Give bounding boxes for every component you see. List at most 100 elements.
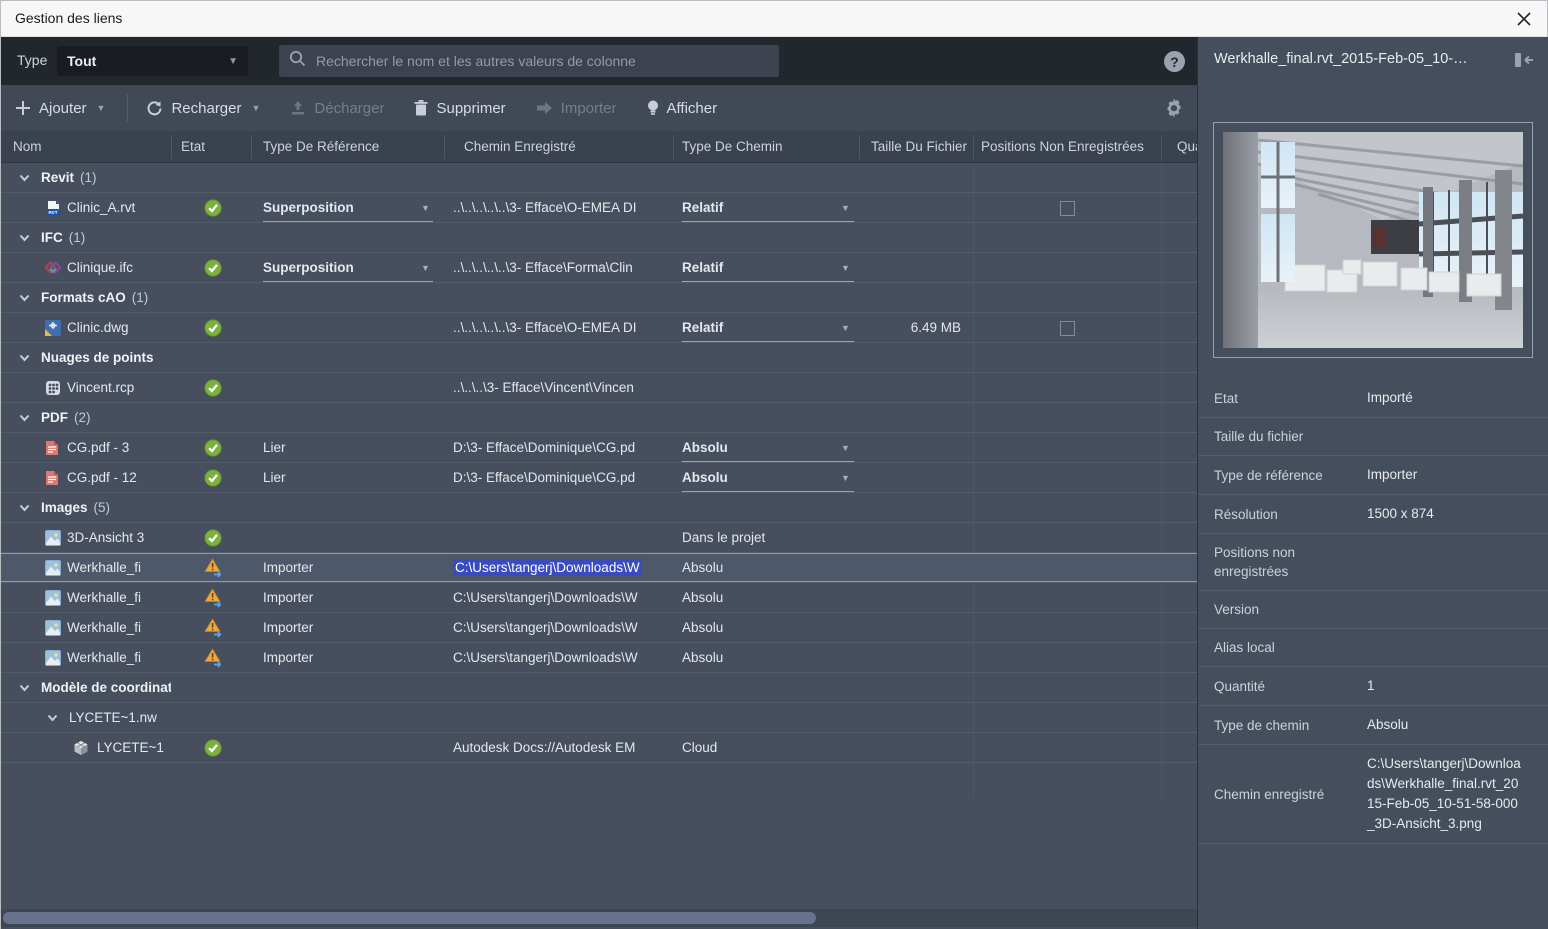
saved-path-cell[interactable]: D:\3- Efface\Dominique\CG.pd <box>453 463 667 493</box>
chevron-down-icon[interactable] <box>19 354 33 362</box>
cube-file-icon <box>73 740 91 756</box>
path-type-value: Dans le projet <box>682 530 765 545</box>
help-icon[interactable]: ? <box>1164 51 1185 72</box>
file-name: LYCETE~1 <box>97 733 171 763</box>
path-type-cell[interactable]: Absolu <box>682 433 854 462</box>
table-row[interactable]: Clinic.dwg..\..\..\..\..\3- Efface\O-EME… <box>1 313 1197 343</box>
chevron-down-icon[interactable] <box>19 504 33 512</box>
group-row[interactable]: Modèle de coordination <box>1 673 1197 703</box>
table-row[interactable]: Werkhalle_fiImporterC:\Users\tangerj\Dow… <box>1 643 1197 673</box>
table-row[interactable]: Clinique.ifc▼Superposition..\..\..\..\..… <box>1 253 1197 283</box>
reference-type-cell[interactable]: Superposition <box>263 253 433 282</box>
path-type-cell[interactable]: Absolu <box>682 463 854 492</box>
detail-field-value: C:\Users\tangerj\Downloads\Werkhalle_fin… <box>1367 745 1535 843</box>
file-name: 3D-Ansicht 3 <box>67 523 171 553</box>
horizontal-scrollbar[interactable] <box>1 909 1197 927</box>
chevron-down-icon[interactable] <box>19 414 33 422</box>
preview-frame <box>1213 122 1533 358</box>
detail-field: Quantité1 <box>1198 667 1548 706</box>
group-row[interactable]: Revit(1) <box>1 163 1197 193</box>
path-type-cell[interactable]: Relatif <box>682 253 854 282</box>
saved-path-cell[interactable]: D:\3- Efface\Dominique\CG.pd <box>453 433 667 463</box>
reference-type-cell: Importer <box>263 643 433 673</box>
group-label: LYCETE~1.nw <box>69 710 157 725</box>
details-fields: EtatImportéTaille du fichierType de réfé… <box>1198 379 1548 844</box>
unsaved-positions-checkbox[interactable] <box>1060 321 1075 336</box>
column-separator <box>444 135 445 159</box>
group-row[interactable]: IFC(1) <box>1 223 1197 253</box>
saved-path-cell[interactable]: C:\Users\tangerj\Downloads\W <box>453 553 667 583</box>
column-header[interactable]: Nom <box>13 131 163 163</box>
type-filter-label: Type <box>17 52 47 68</box>
saved-path-cell[interactable]: ..\..\..\3- Efface\Vincent\Vincen <box>453 373 667 403</box>
column-header[interactable]: Taille Du Fichier <box>871 131 971 163</box>
saved-path-cell[interactable]: C:\Users\tangerj\Downloads\W <box>453 643 667 673</box>
chevron-down-icon[interactable] <box>19 174 33 182</box>
column-header[interactable]: Chemin Enregistré <box>464 131 664 163</box>
scrollbar-thumb[interactable] <box>3 912 816 924</box>
status-ok-icon <box>204 529 224 549</box>
image-file-icon <box>45 530 63 546</box>
table-row[interactable]: RVTClinic_A.rvt▼Superposition..\..\..\..… <box>1 193 1197 223</box>
refresh-icon <box>146 100 163 117</box>
collapse-panel-icon[interactable] <box>1513 51 1535 69</box>
group-label: IFC <box>41 230 63 245</box>
group-row[interactable]: Nuages de points <box>1 343 1197 373</box>
search-input[interactable] <box>316 53 769 69</box>
chevron-down-icon[interactable] <box>19 234 33 242</box>
show-button[interactable]: Afficher <box>647 100 718 117</box>
svg-text:RVT: RVT <box>48 210 57 215</box>
table-row[interactable]: CG.pdf - 3LierD:\3- Efface\Dominique\CG.… <box>1 433 1197 463</box>
path-type-value: Absolu <box>682 470 728 485</box>
status-ok-icon <box>204 379 224 399</box>
unsaved-positions-checkbox[interactable] <box>1060 201 1075 216</box>
unload-button[interactable]: Décharger <box>290 100 384 117</box>
reference-type-cell: Lier <box>263 463 433 493</box>
delete-button[interactable]: Supprimer <box>414 100 505 117</box>
saved-path-cell[interactable]: ..\..\..\..\..\3- Efface\O-EMEA DI <box>453 193 667 223</box>
column-separator <box>1161 135 1162 159</box>
chevron-down-icon[interactable] <box>47 714 61 722</box>
table-row[interactable]: Werkhalle_fiImporterC:\Users\tangerj\Dow… <box>1 553 1197 583</box>
group-row[interactable]: LYCETE~1.nw <box>1 703 1197 733</box>
status-ok-icon <box>204 469 224 489</box>
table-row[interactable]: 3D-Ansicht 3 Dans le projet <box>1 523 1197 553</box>
saved-path-cell[interactable]: C:\Users\tangerj\Downloads\W <box>453 613 667 643</box>
import-button[interactable]: Importer <box>536 100 617 117</box>
detail-field-label: Type de chemin <box>1198 707 1367 744</box>
search-box[interactable] <box>279 45 779 77</box>
table-row[interactable]: Vincent.rcp..\..\..\3- Efface\Vincent\Vi… <box>1 373 1197 403</box>
saved-path-cell[interactable]: ..\..\..\..\..\3- Efface\O-EMEA DI <box>453 313 667 343</box>
detail-field: Chemin enregistréC:\Users\tangerj\Downlo… <box>1198 745 1548 844</box>
group-row[interactable]: Images(5) <box>1 493 1197 523</box>
table-row[interactable]: Werkhalle_fiImporterC:\Users\tangerj\Dow… <box>1 583 1197 613</box>
detail-field: Type de référenceImporter <box>1198 456 1548 495</box>
table-row[interactable]: Werkhalle_fiImporterC:\Users\tangerj\Dow… <box>1 613 1197 643</box>
saved-path-cell[interactable]: C:\Users\tangerj\Downloads\W <box>453 583 667 613</box>
table-row[interactable]: LYCETE~1Autodesk Docs://Autodesk EMCloud <box>1 733 1197 763</box>
column-header[interactable]: Type De Chemin <box>682 131 852 163</box>
column-header[interactable]: Etat <box>181 131 251 163</box>
group-count: (1) <box>80 170 97 185</box>
column-header[interactable]: Positions Non Enregistrées <box>981 131 1159 163</box>
revit-file-icon: RVT <box>45 200 63 216</box>
close-icon[interactable] <box>1511 7 1537 31</box>
group-row[interactable]: PDF(2) <box>1 403 1197 433</box>
path-type-cell[interactable]: Relatif <box>682 313 854 342</box>
detail-field-label: Taille du fichier <box>1198 418 1367 455</box>
chevron-down-icon[interactable] <box>19 294 33 302</box>
table-row[interactable]: CG.pdf - 12LierD:\3- Efface\Dominique\CG… <box>1 463 1197 493</box>
reference-type-cell[interactable]: Superposition <box>263 193 433 222</box>
path-type-cell[interactable]: Relatif <box>682 193 854 222</box>
add-button[interactable]: Ajouter▼ <box>15 100 105 117</box>
column-header[interactable]: Type De Référence <box>263 131 438 163</box>
saved-path-cell[interactable]: Autodesk Docs://Autodesk EM <box>453 733 667 763</box>
chevron-down-icon[interactable] <box>19 684 33 692</box>
saved-path-cell[interactable]: ..\..\..\..\..\3- Efface\Forma\Clin <box>453 253 667 283</box>
settings-gear-icon[interactable] <box>1163 97 1185 119</box>
reference-type-value: Lier <box>263 440 286 455</box>
type-filter-dropdown[interactable]: Tout ▼ <box>57 46 248 76</box>
column-header[interactable]: Quantité <box>1177 131 1197 163</box>
reload-button[interactable]: Recharger▼ <box>146 100 260 117</box>
group-row[interactable]: Formats cAO(1) <box>1 283 1197 313</box>
